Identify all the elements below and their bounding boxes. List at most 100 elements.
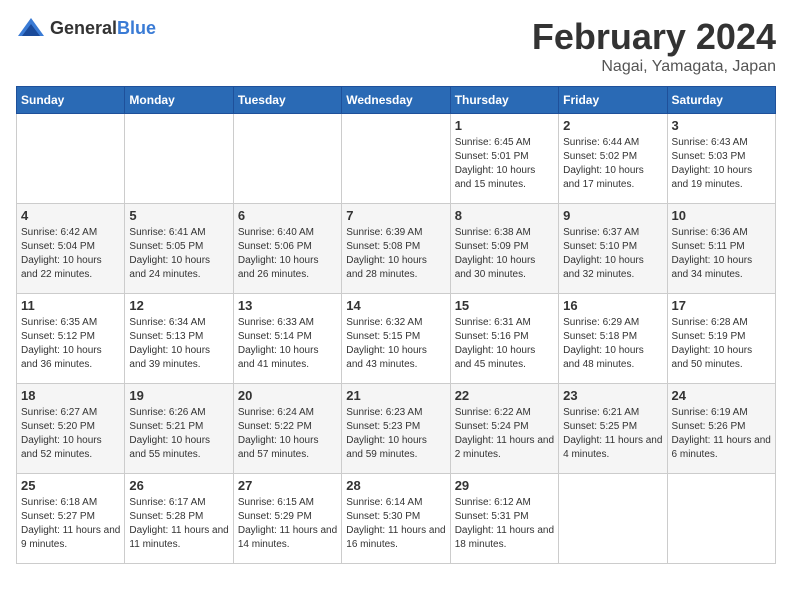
day-info: Sunrise: 6:15 AM Sunset: 5:29 PM Dayligh… <box>238 496 337 552</box>
day-number: 10 <box>672 208 771 223</box>
calendar-cell: 27 Sunrise: 6:15 AM Sunset: 5:29 PM Dayli… <box>233 474 341 564</box>
weekday-header-friday: Friday <box>559 87 667 114</box>
calendar-cell: 18 Sunrise: 6:27 AM Sunset: 5:20 PM Dayli… <box>17 384 125 474</box>
title-area: February 2024 Nagai, Yamagata, Japan <box>532 16 776 76</box>
calendar-cell <box>667 474 775 564</box>
day-number: 7 <box>346 208 445 223</box>
day-info: Sunrise: 6:29 AM Sunset: 5:18 PM Dayligh… <box>563 316 662 372</box>
day-info: Sunrise: 6:42 AM Sunset: 5:04 PM Dayligh… <box>21 226 120 282</box>
logo-general: General <box>50 18 117 38</box>
day-number: 11 <box>21 298 120 313</box>
day-number: 13 <box>238 298 337 313</box>
weekday-header-thursday: Thursday <box>450 87 558 114</box>
calendar-cell: 14 Sunrise: 6:32 AM Sunset: 5:15 PM Dayli… <box>342 294 450 384</box>
calendar-table: SundayMondayTuesdayWednesdayThursdayFrid… <box>16 86 776 564</box>
day-info: Sunrise: 6:43 AM Sunset: 5:03 PM Dayligh… <box>672 136 771 192</box>
calendar-cell <box>17 114 125 204</box>
calendar-cell: 26Sunrise: 6:17 AM Sunset: 5:28 PM Dayli… <box>125 474 233 564</box>
day-number: 1 <box>455 118 554 133</box>
day-info: Sunrise: 6:27 AM Sunset: 5:20 PM Dayligh… <box>21 406 120 462</box>
calendar-cell <box>559 474 667 564</box>
day-number: 19 <box>129 388 228 403</box>
day-info: Sunrise: 6:24 AM Sunset: 5:22 PM Dayligh… <box>238 406 337 462</box>
logo: GeneralBlue <box>16 16 156 40</box>
day-info: Sunrise: 6:18 AM Sunset: 5:27 PM Dayligh… <box>21 496 120 552</box>
day-number: 17 <box>672 298 771 313</box>
day-number: 6 <box>238 208 337 223</box>
calendar-cell: 28Sunrise: 6:14 AM Sunset: 5:30 PM Dayli… <box>342 474 450 564</box>
calendar-cell: 15 Sunrise: 6:31 AM Sunset: 5:16 PM Dayli… <box>450 294 558 384</box>
day-info: Sunrise: 6:23 AM Sunset: 5:23 PM Dayligh… <box>346 406 445 462</box>
calendar-cell <box>342 114 450 204</box>
day-number: 16 <box>563 298 662 313</box>
day-info: Sunrise: 6:21 AM Sunset: 5:25 PM Dayligh… <box>563 406 662 462</box>
weekday-header-monday: Monday <box>125 87 233 114</box>
calendar-cell: 16 Sunrise: 6:29 AM Sunset: 5:18 PM Dayli… <box>559 294 667 384</box>
day-number: 8 <box>455 208 554 223</box>
calendar-cell: 21 Sunrise: 6:23 AM Sunset: 5:23 PM Dayli… <box>342 384 450 474</box>
day-info: Sunrise: 6:33 AM Sunset: 5:14 PM Dayligh… <box>238 316 337 372</box>
day-info: Sunrise: 6:22 AM Sunset: 5:24 PM Dayligh… <box>455 406 554 462</box>
calendar-week-5: 25 Sunrise: 6:18 AM Sunset: 5:27 PM Dayli… <box>17 474 776 564</box>
day-number: 20 <box>238 388 337 403</box>
day-info: Sunrise: 6:34 AM Sunset: 5:13 PM Dayligh… <box>129 316 228 372</box>
day-info: Sunrise: 6:26 AM Sunset: 5:21 PM Dayligh… <box>129 406 228 462</box>
day-number: 24 <box>672 388 771 403</box>
day-info: Sunrise: 6:19 AM Sunset: 5:26 PM Dayligh… <box>672 406 771 462</box>
calendar-cell: 17 Sunrise: 6:28 AM Sunset: 5:19 PM Dayli… <box>667 294 775 384</box>
day-number: 18 <box>21 388 120 403</box>
day-number: 3 <box>672 118 771 133</box>
calendar-cell: 8 Sunrise: 6:38 AM Sunset: 5:09 PM Daylig… <box>450 204 558 294</box>
calendar-week-3: 11 Sunrise: 6:35 AM Sunset: 5:12 PM Dayli… <box>17 294 776 384</box>
calendar-cell: 13 Sunrise: 6:33 AM Sunset: 5:14 PM Dayli… <box>233 294 341 384</box>
day-number: 25 <box>21 478 120 493</box>
weekday-header-saturday: Saturday <box>667 87 775 114</box>
calendar-cell: 6 Sunrise: 6:40 AM Sunset: 5:06 PM Daylig… <box>233 204 341 294</box>
day-number: 15 <box>455 298 554 313</box>
logo-icon <box>16 16 46 40</box>
day-number: 5 <box>129 208 228 223</box>
weekday-header-sunday: Sunday <box>17 87 125 114</box>
day-info: Sunrise: 6:44 AM Sunset: 5:02 PM Dayligh… <box>563 136 662 192</box>
day-info: Sunrise: 6:36 AM Sunset: 5:11 PM Dayligh… <box>672 226 771 282</box>
day-info: Sunrise: 6:35 AM Sunset: 5:12 PM Dayligh… <box>21 316 120 372</box>
calendar-cell: 2 Sunrise: 6:44 AM Sunset: 5:02 PM Daylig… <box>559 114 667 204</box>
calendar-cell: 25 Sunrise: 6:18 AM Sunset: 5:27 PM Dayli… <box>17 474 125 564</box>
calendar-week-2: 4 Sunrise: 6:42 AM Sunset: 5:04 PM Daylig… <box>17 204 776 294</box>
day-info: Sunrise: 6:39 AM Sunset: 5:08 PM Dayligh… <box>346 226 445 282</box>
day-info: Sunrise: 6:12 AM Sunset: 5:31 PM Dayligh… <box>455 496 554 552</box>
calendar-cell <box>233 114 341 204</box>
calendar-cell: 3 Sunrise: 6:43 AM Sunset: 5:03 PM Daylig… <box>667 114 775 204</box>
day-info: Sunrise: 6:37 AM Sunset: 5:10 PM Dayligh… <box>563 226 662 282</box>
day-number: 27 <box>238 478 337 493</box>
calendar-week-4: 18 Sunrise: 6:27 AM Sunset: 5:20 PM Dayli… <box>17 384 776 474</box>
day-number: 23 <box>563 388 662 403</box>
day-info: Sunrise: 6:41 AM Sunset: 5:05 PM Dayligh… <box>129 226 228 282</box>
day-info: Sunrise: 6:31 AM Sunset: 5:16 PM Dayligh… <box>455 316 554 372</box>
day-info: Sunrise: 6:38 AM Sunset: 5:09 PM Dayligh… <box>455 226 554 282</box>
calendar-cell: 10 Sunrise: 6:36 AM Sunset: 5:11 PM Dayli… <box>667 204 775 294</box>
calendar-cell: 12Sunrise: 6:34 AM Sunset: 5:13 PM Dayli… <box>125 294 233 384</box>
calendar-cell: 23 Sunrise: 6:21 AM Sunset: 5:25 PM Dayli… <box>559 384 667 474</box>
calendar-cell: 22 Sunrise: 6:22 AM Sunset: 5:24 PM Dayli… <box>450 384 558 474</box>
weekday-header-wednesday: Wednesday <box>342 87 450 114</box>
day-number: 22 <box>455 388 554 403</box>
calendar-cell: 5 Sunrise: 6:41 AM Sunset: 5:05 PM Daylig… <box>125 204 233 294</box>
day-number: 9 <box>563 208 662 223</box>
calendar-cell: 20 Sunrise: 6:24 AM Sunset: 5:22 PM Dayli… <box>233 384 341 474</box>
day-number: 21 <box>346 388 445 403</box>
day-info: Sunrise: 6:40 AM Sunset: 5:06 PM Dayligh… <box>238 226 337 282</box>
calendar-cell <box>125 114 233 204</box>
day-info: Sunrise: 6:32 AM Sunset: 5:15 PM Dayligh… <box>346 316 445 372</box>
day-info: Sunrise: 6:28 AM Sunset: 5:19 PM Dayligh… <box>672 316 771 372</box>
day-number: 26 <box>129 478 228 493</box>
day-number: 28 <box>346 478 445 493</box>
calendar-header: SundayMondayTuesdayWednesdayThursdayFrid… <box>17 87 776 114</box>
logo-blue: Blue <box>117 18 156 38</box>
day-number: 2 <box>563 118 662 133</box>
calendar-cell: 29Sunrise: 6:12 AM Sunset: 5:31 PM Dayli… <box>450 474 558 564</box>
day-number: 14 <box>346 298 445 313</box>
day-number: 4 <box>21 208 120 223</box>
calendar-cell: 7 Sunrise: 6:39 AM Sunset: 5:08 PM Daylig… <box>342 204 450 294</box>
weekday-row: SundayMondayTuesdayWednesdayThursdayFrid… <box>17 87 776 114</box>
